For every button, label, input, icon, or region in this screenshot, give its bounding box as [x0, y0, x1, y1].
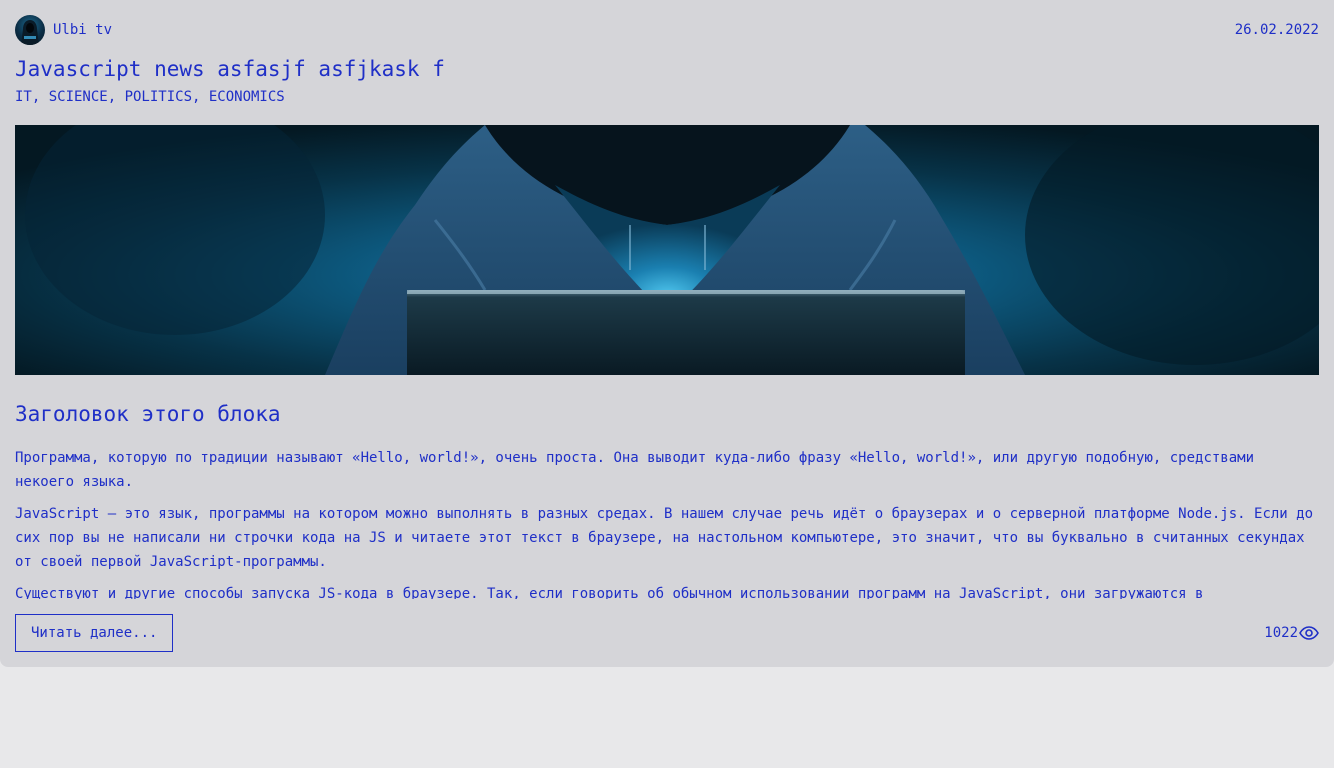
block-title: Заголовок этого блока [15, 402, 281, 426]
article-footer: Читать далее... 1022 [15, 614, 1319, 652]
article-date: 26.02.2022 [1234, 22, 1319, 38]
views-count: 1022 [1264, 625, 1298, 641]
author-avatar [15, 15, 45, 45]
author-name[interactable]: Ulbi tv [53, 22, 112, 38]
article-tags: IT, SCIENCE, POLITICS, ECONOMICS [15, 89, 285, 105]
read-more-button[interactable]: Читать далее... [15, 614, 174, 652]
article-image [15, 125, 1319, 375]
article-header: Ulbi tv 26.02.2022 [15, 15, 1319, 45]
article-card: Ulbi tv 26.02.2022 Javascript news asfas… [0, 0, 1334, 667]
views-counter: 1022 [1264, 624, 1319, 642]
article-text: Программа, которую по традиции называют … [15, 446, 1319, 599]
article-title: Javascript news asfasjf asfjkask f [15, 57, 445, 81]
avatar-image [21, 20, 39, 45]
hooded-hacker-laptop-image [15, 125, 1319, 375]
eye-icon [1299, 626, 1319, 640]
paragraph: Существуют и другие способы запуска JS-к… [15, 586, 1204, 599]
paragraph: Программа, которую по традиции называют … [15, 450, 1255, 490]
paragraph: JavaScript — это язык, программы на кото… [15, 506, 1314, 570]
